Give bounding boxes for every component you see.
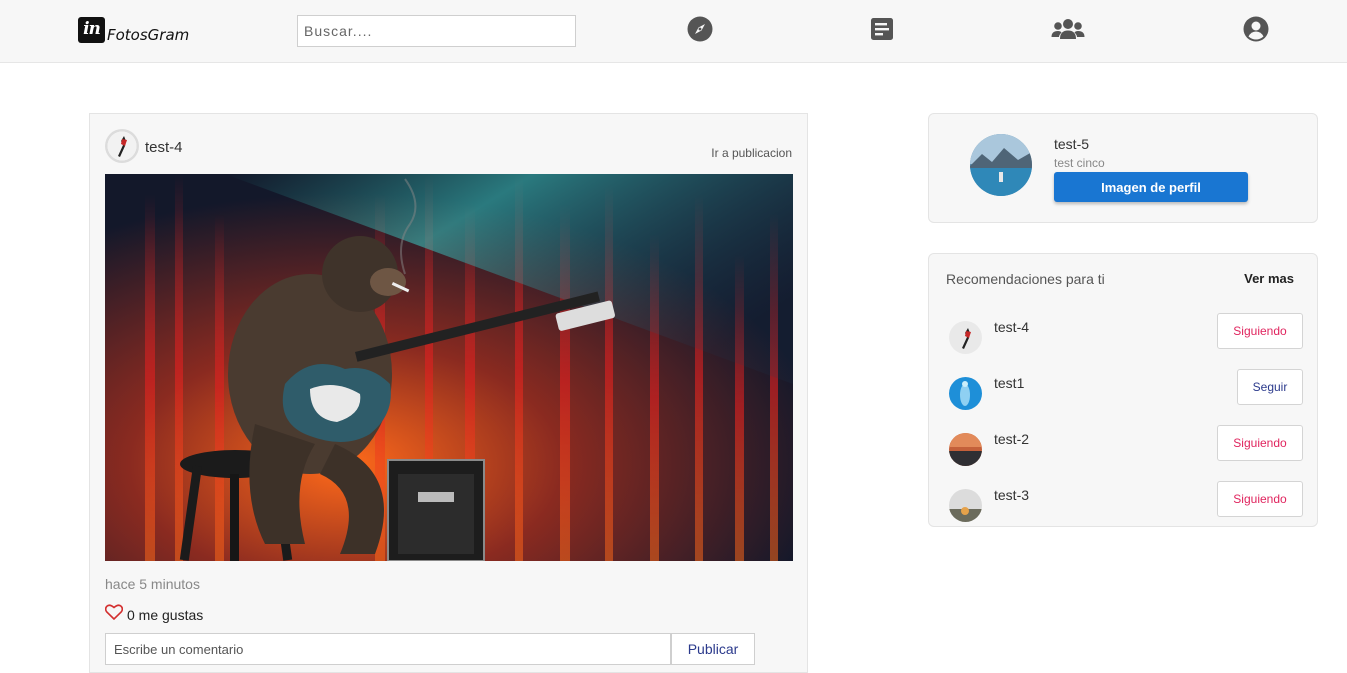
follow-button[interactable]: Seguir xyxy=(1237,369,1303,405)
feed-icon[interactable] xyxy=(868,15,896,43)
brand-logo-icon: in xyxy=(78,17,105,43)
rec-name[interactable]: test-4 xyxy=(994,319,1029,335)
profile-card: test-5 test cinco Imagen de perfil xyxy=(928,113,1318,223)
list-item: test-2 Siguiendo xyxy=(929,425,1319,481)
recommendations-card: Recomendaciones para ti Ver mas test-4 S… xyxy=(928,253,1318,527)
go-to-post-link[interactable]: Ir a publicacion xyxy=(711,146,792,160)
profile-image-button[interactable]: Imagen de perfil xyxy=(1054,172,1248,202)
rec-name[interactable]: test1 xyxy=(994,375,1024,391)
profile-subtitle: test cinco xyxy=(1054,156,1105,170)
rec-name[interactable]: test-2 xyxy=(994,431,1029,447)
heart-icon[interactable] xyxy=(104,604,124,625)
compass-icon[interactable] xyxy=(686,15,714,43)
following-button[interactable]: Siguiendo xyxy=(1217,425,1303,461)
post-author-name[interactable]: test-4 xyxy=(145,139,183,156)
top-navbar: in FotosGram xyxy=(0,0,1347,63)
rec-name[interactable]: test-3 xyxy=(994,487,1029,503)
recommendations-title: Recomendaciones para ti xyxy=(946,271,1105,287)
following-button[interactable]: Siguiendo xyxy=(1217,481,1303,517)
list-item: test-4 Siguiendo xyxy=(929,313,1319,369)
rec-avatar[interactable] xyxy=(949,433,982,466)
following-button[interactable]: Siguiendo xyxy=(1217,313,1303,349)
publish-comment-button[interactable]: Publicar xyxy=(671,633,755,665)
search-input[interactable] xyxy=(297,15,576,47)
post-card: test-4 Ir a publicacion hace 5 minutos 0… xyxy=(89,113,808,673)
post-author-avatar[interactable] xyxy=(105,129,139,163)
rec-avatar[interactable] xyxy=(949,321,982,354)
rec-avatar[interactable] xyxy=(949,489,982,522)
profile-avatar[interactable] xyxy=(970,134,1032,196)
post-image[interactable] xyxy=(105,174,793,561)
rec-avatar[interactable] xyxy=(949,377,982,410)
profile-name: test-5 xyxy=(1054,136,1090,152)
list-item: test-3 Siguiendo xyxy=(929,481,1319,537)
like-count: 0 me gustas xyxy=(127,606,204,623)
users-icon[interactable] xyxy=(1050,15,1086,43)
account-icon[interactable] xyxy=(1242,15,1270,43)
see-more-link[interactable]: Ver mas xyxy=(1244,271,1294,286)
brand-name: FotosGram xyxy=(107,26,190,44)
post-timestamp: hace 5 minutos xyxy=(105,576,200,592)
list-item: test1 Seguir xyxy=(929,369,1319,425)
brand[interactable]: in FotosGram xyxy=(78,17,189,43)
comment-input[interactable] xyxy=(105,633,671,665)
like-row: 0 me gustas xyxy=(104,604,204,625)
